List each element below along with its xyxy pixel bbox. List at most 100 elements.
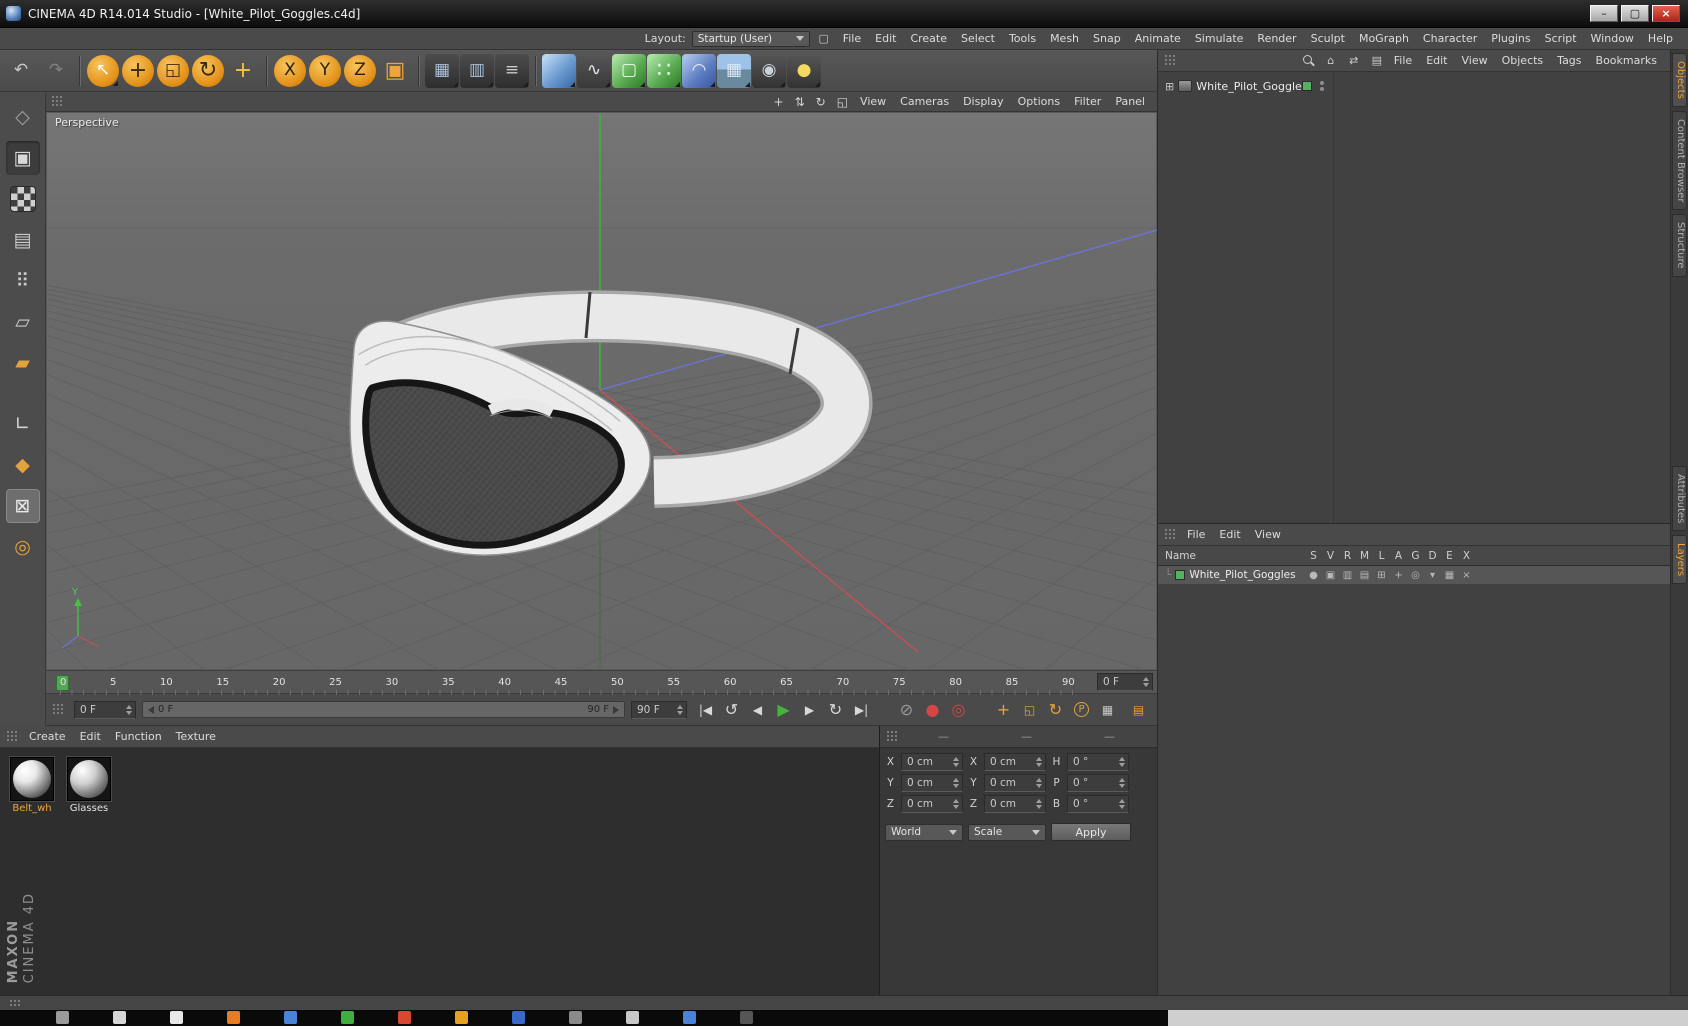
panel-grip[interactable] xyxy=(51,95,62,108)
rotation-field[interactable]: 0 ° xyxy=(1067,774,1129,792)
menu-item[interactable]: Bookmarks xyxy=(1589,52,1664,69)
spinner-icon[interactable] xyxy=(953,799,959,809)
add-camera-icon[interactable]: ◉ xyxy=(752,53,786,88)
spinner-icon[interactable] xyxy=(953,778,959,788)
minimize-button[interactable]: – xyxy=(1590,5,1618,22)
layer-tag-icon[interactable]: ▣ xyxy=(1322,570,1339,581)
layer-name[interactable]: White_Pilot_Goggles xyxy=(1189,569,1295,581)
menu-item[interactable]: Select xyxy=(954,30,1002,47)
record-position-icon[interactable]: + xyxy=(991,698,1016,722)
range-start-handle[interactable] xyxy=(148,705,154,714)
panel-grip[interactable] xyxy=(52,703,63,716)
menu-item[interactable]: Sculpt xyxy=(1304,30,1352,47)
rotate-tool-icon[interactable]: ↻ xyxy=(192,54,224,87)
record-keyframe-button[interactable]: ● xyxy=(920,698,945,722)
add-cube-icon[interactable] xyxy=(542,53,576,88)
object-manager-tree[interactable]: ⊞ White_Pilot_Goggles xyxy=(1158,72,1670,524)
material-item[interactable]: Glasses xyxy=(64,757,114,814)
material-item[interactable]: Belt_wh xyxy=(7,757,57,814)
rotation-field[interactable]: 0 ° xyxy=(1067,795,1129,813)
layer-tag-icon[interactable]: + xyxy=(1390,570,1407,581)
menu-item[interactable]: Options xyxy=(1011,93,1067,110)
layer-column-header[interactable]: M xyxy=(1356,550,1373,562)
record-rotation-icon[interactable]: ↻ xyxy=(1043,698,1068,722)
menu-item[interactable]: Panel xyxy=(1108,93,1152,110)
menu-item[interactable]: Animate xyxy=(1128,30,1188,47)
menu-item[interactable]: Filter xyxy=(1067,93,1108,110)
render-settings-icon[interactable]: ≡ xyxy=(495,53,529,88)
layer-name-column[interactable]: Name xyxy=(1165,550,1305,562)
close-button[interactable]: × xyxy=(1652,5,1680,22)
size-field[interactable]: 0 cm xyxy=(984,774,1046,792)
taskbar-item[interactable] xyxy=(398,1011,411,1024)
layer-tag-icon[interactable]: ▾ xyxy=(1424,570,1441,581)
polygons-mode-icon[interactable]: ▰ xyxy=(6,346,40,380)
spinner-icon[interactable] xyxy=(953,757,959,767)
preview-range-slider[interactable]: 0 F 90 F xyxy=(142,701,625,718)
viewport-view-label[interactable]: Perspective xyxy=(55,116,119,129)
layer-column-header[interactable]: L xyxy=(1373,550,1390,562)
goto-end-button[interactable]: ▶| xyxy=(849,698,874,722)
menu-item[interactable]: Create xyxy=(22,728,73,745)
menu-item[interactable]: Tags xyxy=(1550,52,1588,69)
taskbar-item[interactable] xyxy=(455,1011,468,1024)
lock-y-axis-icon[interactable]: Y xyxy=(309,54,341,87)
position-field[interactable]: 0 cm xyxy=(901,795,963,813)
rotation-field[interactable]: 0 ° xyxy=(1067,753,1129,771)
menu-item[interactable]: Tools xyxy=(1002,30,1043,47)
menu-item[interactable]: Edit xyxy=(73,728,108,745)
autokey-button[interactable]: ◎ xyxy=(946,698,971,722)
position-field[interactable]: 0 cm xyxy=(901,753,963,771)
menu-item[interactable]: Function xyxy=(108,728,169,745)
vp-rotate-icon[interactable]: ↻ xyxy=(816,95,826,109)
layout-select[interactable]: Startup (User) xyxy=(691,30,810,47)
panel-grip[interactable] xyxy=(9,998,20,1008)
layer-column-header[interactable]: S xyxy=(1305,550,1322,562)
spinner-icon[interactable] xyxy=(677,704,683,715)
menu-item[interactable]: MoGraph xyxy=(1352,30,1416,47)
sync-icon[interactable]: ⇄ xyxy=(1346,53,1362,69)
undo-icon[interactable]: ↶ xyxy=(4,54,38,88)
layer-tag-icon[interactable]: ▦ xyxy=(1441,570,1458,581)
panel-tab[interactable]: Structure xyxy=(1672,214,1687,277)
taskbar-item[interactable] xyxy=(170,1011,183,1024)
menu-item[interactable]: File xyxy=(1180,526,1212,543)
add-mograph-icon[interactable]: ∷ xyxy=(647,53,681,88)
menu-item[interactable]: Render xyxy=(1250,30,1303,47)
spinner-icon[interactable] xyxy=(1036,778,1042,788)
layer-manager-empty[interactable] xyxy=(1158,584,1670,995)
apply-button[interactable]: Apply xyxy=(1051,823,1131,841)
menu-item[interactable]: Plugins xyxy=(1484,30,1537,47)
menu-item[interactable]: View xyxy=(853,93,893,110)
end-frame-field[interactable]: 90 F xyxy=(631,700,687,719)
record-scale-icon[interactable]: ◱ xyxy=(1017,698,1042,722)
add-deformer-icon[interactable]: ◠ xyxy=(682,53,716,88)
taskbar-item[interactable] xyxy=(341,1011,354,1024)
last-tool-icon[interactable]: + xyxy=(226,54,260,88)
layer-column-header[interactable]: D xyxy=(1424,550,1441,562)
layer-tag-icon[interactable]: ● xyxy=(1305,570,1322,581)
scale-tool-icon[interactable]: ◱ xyxy=(157,54,189,87)
layer-tag-icon[interactable]: ▥ xyxy=(1339,570,1356,581)
menu-item[interactable]: Edit xyxy=(1419,52,1454,69)
render-picture-viewer-icon[interactable]: ▥ xyxy=(460,53,494,88)
taskbar-item[interactable] xyxy=(284,1011,297,1024)
spinner-icon[interactable] xyxy=(1119,757,1125,767)
home-icon[interactable]: ⌂ xyxy=(1323,53,1339,69)
taskbar-item[interactable] xyxy=(113,1011,126,1024)
taskbar-item[interactable] xyxy=(626,1011,639,1024)
menu-item[interactable]: File xyxy=(1387,52,1419,69)
next-frame-button[interactable]: ▶ xyxy=(797,698,822,722)
layout-pin-icon[interactable]: ▢ xyxy=(816,31,832,47)
add-light-icon[interactable]: ● xyxy=(787,53,821,88)
search-icon[interactable] xyxy=(1300,53,1316,69)
menu-item[interactable]: Simulate xyxy=(1188,30,1251,47)
coords-column-header[interactable]: — xyxy=(985,730,1068,743)
menu-item[interactable]: Texture xyxy=(169,728,223,745)
menu-item[interactable]: View xyxy=(1248,526,1288,543)
record-parameter-icon[interactable]: P xyxy=(1069,698,1094,722)
layer-color-chip[interactable] xyxy=(1175,570,1186,580)
spinner-icon[interactable] xyxy=(1143,677,1149,687)
current-frame-field[interactable]: 0 F xyxy=(74,700,136,719)
goto-start-button[interactable]: |◀ xyxy=(693,698,718,722)
